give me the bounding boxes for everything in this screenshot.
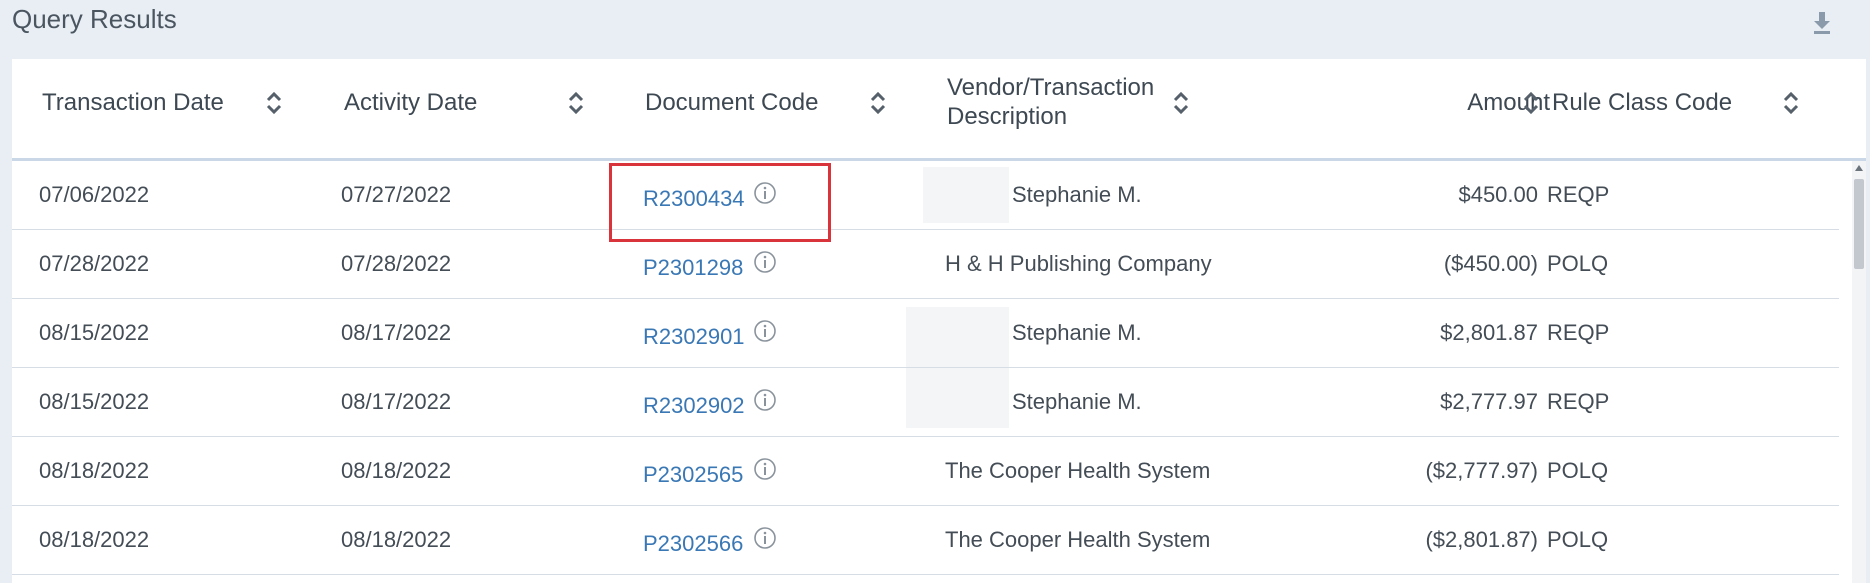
cell-amount: ($2,777.97) bbox=[1425, 458, 1538, 483]
document-code-link[interactable]: P2302565 bbox=[643, 441, 743, 509]
cell-rule-class-code: POLQ bbox=[1547, 251, 1609, 276]
table-row[interactable]: 07/28/2022 07/28/2022 P2301298 H & H Pub… bbox=[12, 230, 1839, 299]
sort-icon[interactable] bbox=[1522, 89, 1540, 117]
cell-activity-date: 08/18/2022 bbox=[341, 458, 452, 483]
scroll-up-arrow-icon[interactable] bbox=[1854, 163, 1864, 173]
table-row[interactable]: 07/06/2022 07/27/2022 R2300434 Stephanie… bbox=[12, 161, 1839, 230]
cell-transaction-date: 08/15/2022 bbox=[39, 320, 150, 345]
document-code-link[interactable]: R2302901 bbox=[643, 303, 745, 371]
sort-icon[interactable] bbox=[869, 89, 887, 117]
cell-transaction-date: 08/18/2022 bbox=[39, 527, 150, 552]
page-title: Query Results bbox=[12, 4, 177, 34]
cell-transaction-date: 08/18/2022 bbox=[39, 458, 150, 483]
results-table: Transaction Date Activity Date Document … bbox=[12, 59, 1866, 583]
cell-activity-date: 08/18/2022 bbox=[341, 527, 452, 552]
cell-amount: $2,777.97 bbox=[1440, 389, 1538, 414]
column-header-vendor[interactable]: Vendor/Transaction Description bbox=[947, 73, 1154, 131]
cell-vendor: The Cooper Health System bbox=[945, 458, 1211, 483]
table-row[interactable]: 08/18/2022 08/18/2022 P2302566 The Coope… bbox=[12, 506, 1839, 575]
column-header-vendor-line2: Description bbox=[947, 103, 1068, 130]
cell-vendor: Stephanie M. bbox=[1012, 320, 1142, 345]
cell-vendor: H & H Publishing Company bbox=[945, 251, 1212, 276]
document-code-link[interactable]: R2300434 bbox=[643, 165, 745, 233]
cell-amount: $450.00 bbox=[1458, 182, 1538, 207]
scrollbar-thumb[interactable] bbox=[1854, 179, 1864, 269]
info-icon[interactable] bbox=[753, 250, 777, 274]
table-row[interactable]: 08/15/2022 08/17/2022 R2302902 Stephanie… bbox=[12, 368, 1839, 437]
vertical-scrollbar[interactable] bbox=[1852, 161, 1866, 583]
cell-vendor: Stephanie M. bbox=[1012, 389, 1142, 414]
sort-icon[interactable] bbox=[265, 89, 283, 117]
column-header-activity-date[interactable]: Activity Date bbox=[344, 88, 477, 117]
info-icon[interactable] bbox=[753, 457, 777, 481]
cell-vendor: The Cooper Health System bbox=[945, 527, 1211, 552]
cell-rule-class-code: POLQ bbox=[1547, 527, 1609, 552]
cell-rule-class-code: REQP bbox=[1547, 389, 1610, 414]
sort-icon[interactable] bbox=[1172, 89, 1190, 117]
document-code-link[interactable]: R2302902 bbox=[643, 372, 745, 440]
cell-amount: ($450.00) bbox=[1443, 251, 1538, 276]
column-header-transaction-date[interactable]: Transaction Date bbox=[42, 88, 224, 117]
cell-transaction-date: 08/15/2022 bbox=[39, 389, 150, 414]
cell-rule-class-code: REQP bbox=[1547, 320, 1610, 345]
sort-icon[interactable] bbox=[1782, 89, 1800, 117]
cell-activity-date: 08/17/2022 bbox=[341, 320, 452, 345]
cell-activity-date: 07/27/2022 bbox=[341, 182, 452, 207]
column-header-rule-class-code[interactable]: Rule Class Code bbox=[1552, 88, 1732, 117]
redacted-vendor-prefix bbox=[906, 307, 1009, 367]
query-results-page: Query Results Transaction Date Activity … bbox=[0, 0, 1870, 583]
table-row[interactable]: 08/15/2022 08/17/2022 R2302901 Stephanie… bbox=[12, 299, 1839, 368]
cell-transaction-date: 07/28/2022 bbox=[39, 251, 150, 276]
table-row[interactable]: 08/18/2022 08/18/2022 P2302565 The Coope… bbox=[12, 437, 1839, 506]
cell-amount: $2,801.87 bbox=[1440, 320, 1538, 345]
info-icon[interactable] bbox=[753, 319, 777, 343]
info-icon[interactable] bbox=[753, 181, 777, 205]
sort-icon[interactable] bbox=[567, 89, 585, 117]
document-code-link[interactable]: P2302566 bbox=[643, 510, 743, 578]
redacted-vendor-prefix bbox=[906, 368, 1009, 428]
cell-transaction-date: 07/06/2022 bbox=[39, 182, 150, 207]
redacted-vendor-prefix bbox=[923, 167, 1009, 223]
column-header-vendor-line1: Vendor/Transaction bbox=[947, 74, 1155, 101]
document-code-link[interactable]: P2301298 bbox=[643, 234, 743, 302]
table-header: Transaction Date Activity Date Document … bbox=[12, 59, 1866, 161]
cell-amount: ($2,801.87) bbox=[1425, 527, 1538, 552]
cell-vendor: Stephanie M. bbox=[1012, 182, 1142, 207]
info-icon[interactable] bbox=[753, 526, 777, 550]
cell-activity-date: 07/28/2022 bbox=[341, 251, 452, 276]
cell-activity-date: 08/17/2022 bbox=[341, 389, 452, 414]
download-icon[interactable] bbox=[1808, 8, 1836, 36]
info-icon[interactable] bbox=[753, 388, 777, 412]
cell-rule-class-code: REQP bbox=[1547, 182, 1610, 207]
cell-rule-class-code: POLQ bbox=[1547, 458, 1609, 483]
column-header-document-code[interactable]: Document Code bbox=[645, 88, 818, 117]
